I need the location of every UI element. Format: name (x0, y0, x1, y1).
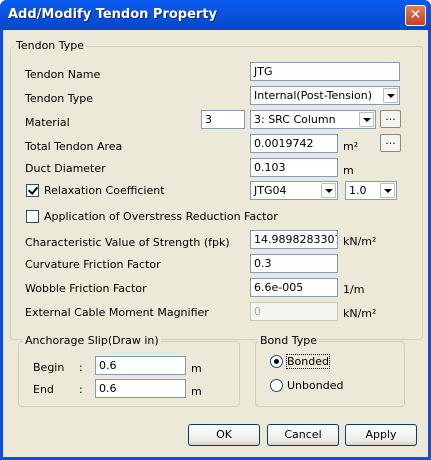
relaxation-code-select[interactable]: JTG04 (250, 181, 338, 200)
overstress-checkbox[interactable] (26, 210, 39, 223)
external-cable-label: External Cable Moment Magnifier (25, 306, 209, 319)
tendon-type-legend: Tendon Type (14, 39, 87, 52)
begin-label: Begin (33, 361, 65, 374)
close-button[interactable]: ✕ (405, 5, 426, 26)
curvature-friction-label: Curvature Friction Factor (25, 258, 161, 271)
wobble-friction-unit: 1/m (343, 283, 365, 296)
unbonded-label: Unbonded (287, 379, 344, 392)
end-unit: m (191, 385, 202, 398)
fpk-unit: kN/m² (343, 235, 377, 248)
end-label: End (33, 383, 54, 396)
title-bar[interactable]: Add/Modify Tendon Property ✕ (0, 0, 431, 30)
material-select[interactable]: 3: SRC Column (250, 110, 376, 129)
total-tendon-area-unit: m² (343, 140, 359, 153)
duct-diameter-unit: m (343, 164, 354, 177)
fpk-label: Characteristic Value of Strength (fpk) (25, 236, 230, 249)
material-number-input[interactable]: 3 (201, 110, 245, 129)
unbonded-radio[interactable] (270, 379, 283, 392)
material-browse-button[interactable]: ... (380, 110, 401, 128)
chevron-down-icon[interactable] (359, 112, 374, 127)
external-cable-unit: kN/m² (343, 307, 377, 320)
material-value: 3: SRC Column (254, 113, 336, 126)
dialog-window: Add/Modify Tendon Property ✕ Tendon Type… (0, 0, 431, 460)
total-tendon-area-input[interactable]: 0.0019742 (250, 134, 338, 153)
chevron-down-icon[interactable] (321, 183, 336, 198)
begin-colon: : (79, 361, 83, 374)
end-input[interactable]: 0.6 (95, 379, 186, 398)
anchorage-slip-legend: Anchorage Slip(Draw in) (23, 334, 161, 347)
tendon-name-label: Tendon Name (25, 68, 101, 81)
duct-diameter-input[interactable]: 0.103 (250, 158, 338, 177)
chevron-down-icon[interactable] (383, 88, 398, 103)
bond-type-group (255, 341, 405, 407)
bond-type-legend: Bond Type (258, 334, 319, 347)
material-label: Material (25, 116, 70, 129)
tendon-name-input[interactable]: JTG (250, 62, 400, 81)
overstress-label: Application of Overstress Reduction Fact… (44, 210, 278, 223)
relaxation-checkbox[interactable] (26, 184, 39, 197)
begin-unit: m (191, 362, 202, 375)
wobble-friction-label: Wobble Friction Factor (25, 282, 147, 295)
duct-diameter-label: Duct Diameter (25, 162, 106, 175)
relaxation-label: Relaxation Coefficient (44, 184, 165, 197)
bonded-radio[interactable] (270, 355, 283, 368)
relaxation-code-value: JTG04 (254, 184, 287, 197)
close-icon: ✕ (409, 7, 422, 23)
window-title: Add/Modify Tendon Property (8, 7, 218, 22)
relaxation-factor-select[interactable]: 1.0 (345, 181, 397, 200)
relaxation-factor-value: 1.0 (349, 184, 367, 197)
tendon-type-select[interactable]: Internal(Post-Tension) (250, 86, 400, 105)
total-tendon-area-label: Total Tendon Area (25, 140, 123, 153)
ok-button[interactable]: OK (188, 424, 260, 446)
wobble-friction-input[interactable]: 6.6e-005 (250, 278, 338, 297)
cancel-button[interactable]: Cancel (267, 424, 339, 446)
apply-button[interactable]: Apply (345, 424, 417, 446)
tendon-type-label: Tendon Type (25, 92, 94, 105)
end-colon: : (79, 383, 83, 396)
chevron-down-icon[interactable] (380, 183, 395, 198)
curvature-friction-input[interactable]: 0.3 (250, 254, 338, 273)
begin-input[interactable]: 0.6 (95, 356, 186, 375)
tendon-type-value: Internal(Post-Tension) (254, 89, 373, 102)
bonded-label: Bonded (286, 354, 330, 369)
fpk-input[interactable]: 14.98982833077 (250, 230, 338, 249)
external-cable-input[interactable]: 0 (250, 302, 338, 321)
total-tendon-area-browse-button[interactable]: ... (380, 134, 401, 152)
dialog-body: Tendon Type Tendon Name JTG Tendon Type … (3, 30, 428, 457)
